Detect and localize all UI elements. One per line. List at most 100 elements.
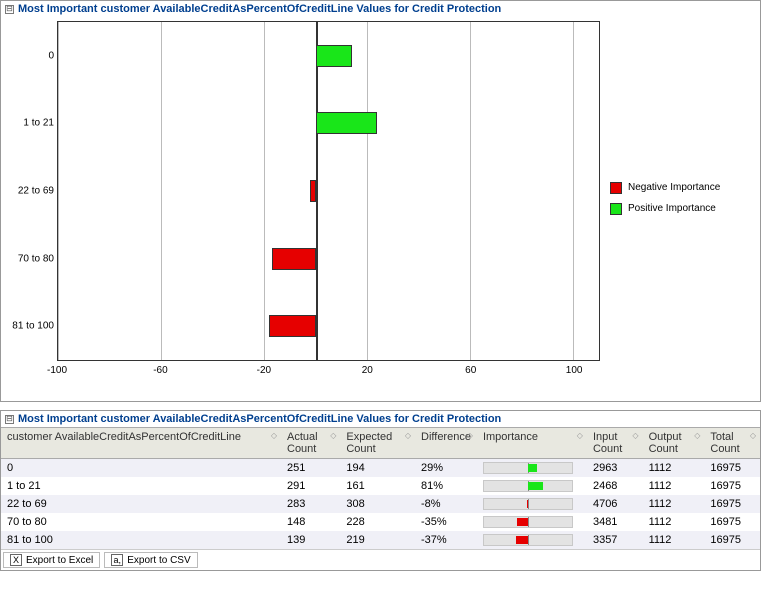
cell-total: 16975 [704, 477, 760, 495]
cell-total: 16975 [704, 513, 760, 531]
column-header[interactable]: Output Count ◇ [643, 428, 705, 459]
cell-output: 1112 [643, 513, 705, 531]
cell-actual: 251 [281, 459, 340, 478]
chart-bar [316, 112, 378, 134]
legend-item: Negative Importance [610, 181, 760, 194]
x-tick-label: -20 [257, 365, 271, 376]
column-header-label: Input Count [593, 431, 622, 455]
cell-actual: 139 [281, 531, 340, 549]
collapse-icon[interactable]: ⊟ [5, 415, 14, 424]
data-table: customer AvailableCreditAsPercentOfCredi… [1, 427, 760, 549]
sort-icon[interactable]: ◇ [632, 431, 638, 440]
export-csv-button[interactable]: a, Export to CSV [104, 552, 197, 568]
cell-importance [477, 459, 587, 478]
table-body: 025119429%29631112169751 to 2129116181%2… [1, 459, 760, 550]
sort-icon[interactable]: ◇ [467, 431, 473, 440]
cell-output: 1112 [643, 495, 705, 513]
legend: Negative Importance Positive Importance [610, 21, 760, 401]
cell-expected: 161 [340, 477, 415, 495]
x-tick-label: 100 [566, 365, 583, 376]
grid-line [573, 22, 574, 360]
cell-actual: 291 [281, 477, 340, 495]
cell-expected: 194 [340, 459, 415, 478]
sort-icon[interactable]: ◇ [750, 431, 756, 440]
legend-label: Negative Importance [628, 181, 720, 194]
export-bar: X Export to Excel a, Export to CSV [1, 549, 760, 570]
legend-swatch [610, 182, 622, 194]
column-header[interactable]: customer AvailableCreditAsPercentOfCredi… [1, 428, 281, 459]
csv-icon: a, [111, 554, 123, 566]
table-row[interactable]: 1 to 2129116181%2468111216975 [1, 477, 760, 495]
column-header-label: Output Count [649, 431, 682, 455]
column-header[interactable]: Actual Count ◇ [281, 428, 340, 459]
x-axis: -100-60-202060100 [57, 361, 600, 385]
cell-category: 22 to 69 [1, 495, 281, 513]
cell-expected: 219 [340, 531, 415, 549]
sort-icon[interactable]: ◇ [694, 431, 700, 440]
cell-expected: 228 [340, 513, 415, 531]
sort-icon[interactable]: ◇ [271, 431, 277, 440]
cell-input: 4706 [587, 495, 643, 513]
cell-input: 3481 [587, 513, 643, 531]
y-category-label: 0 [6, 50, 54, 61]
cell-actual: 148 [281, 513, 340, 531]
column-header-label: Importance [483, 431, 538, 443]
cell-importance [477, 495, 587, 513]
legend-item: Positive Importance [610, 202, 760, 215]
collapse-icon[interactable]: ⊟ [5, 5, 14, 14]
chart-panel: ⊟ Most Important customer AvailableCredi… [0, 0, 761, 402]
sort-icon[interactable]: ◇ [330, 431, 336, 440]
importance-mini-bar [483, 462, 573, 474]
column-header[interactable]: Total Count◇ [704, 428, 760, 459]
export-csv-label: Export to CSV [127, 555, 190, 566]
grid-line [58, 22, 59, 360]
grid-line [264, 22, 265, 360]
export-excel-button[interactable]: X Export to Excel [3, 552, 100, 568]
cell-difference: 81% [415, 477, 477, 495]
importance-mini-bar [483, 516, 573, 528]
cell-input: 3357 [587, 531, 643, 549]
legend-swatch [610, 203, 622, 215]
cell-category: 0 [1, 459, 281, 478]
cell-category: 70 to 80 [1, 513, 281, 531]
table-row[interactable]: 81 to 100139219-37%3357111216975 [1, 531, 760, 549]
legend-label: Positive Importance [628, 202, 716, 215]
chart-bar [310, 180, 315, 202]
column-header-label: Actual Count [287, 431, 318, 455]
table-row[interactable]: 70 to 80148228-35%3481111216975 [1, 513, 760, 531]
importance-mini-bar [483, 534, 573, 546]
cell-total: 16975 [704, 495, 760, 513]
x-tick-label: -100 [47, 365, 67, 376]
column-header[interactable]: Input Count ◇ [587, 428, 643, 459]
table-panel: ⊟ Most Important customer AvailableCredi… [0, 410, 761, 571]
column-header[interactable]: Expected Count◇ [340, 428, 415, 459]
sort-icon[interactable]: ◇ [577, 431, 583, 440]
sort-icon[interactable]: ◇ [405, 431, 411, 440]
importance-mini-bar [483, 498, 573, 510]
cell-total: 16975 [704, 531, 760, 549]
zero-line [316, 22, 318, 360]
x-tick-label: -60 [153, 365, 167, 376]
cell-actual: 283 [281, 495, 340, 513]
cell-importance [477, 477, 587, 495]
table-row[interactable]: 22 to 69283308-8%4706111216975 [1, 495, 760, 513]
export-excel-label: Export to Excel [26, 555, 93, 566]
cell-expected: 308 [340, 495, 415, 513]
chart-bar [272, 248, 316, 270]
cell-category: 81 to 100 [1, 531, 281, 549]
cell-importance [477, 531, 587, 549]
y-category-label: 22 to 69 [6, 186, 54, 197]
x-tick-label: 60 [465, 365, 476, 376]
table-row[interactable]: 025119429%2963111216975 [1, 459, 760, 478]
column-header[interactable]: Difference◇ [415, 428, 477, 459]
cell-output: 1112 [643, 531, 705, 549]
cell-total: 16975 [704, 459, 760, 478]
grid-line [161, 22, 162, 360]
chart-bar [316, 45, 352, 67]
cell-category: 1 to 21 [1, 477, 281, 495]
chart-area: 01 to 2122 to 6970 to 8081 to 100 -100 -6… [1, 21, 760, 401]
plot-region: 01 to 2122 to 6970 to 8081 to 100 [57, 21, 600, 361]
column-header[interactable]: Importance ◇ [477, 428, 587, 459]
chart-bar [269, 315, 315, 337]
cell-difference: 29% [415, 459, 477, 478]
